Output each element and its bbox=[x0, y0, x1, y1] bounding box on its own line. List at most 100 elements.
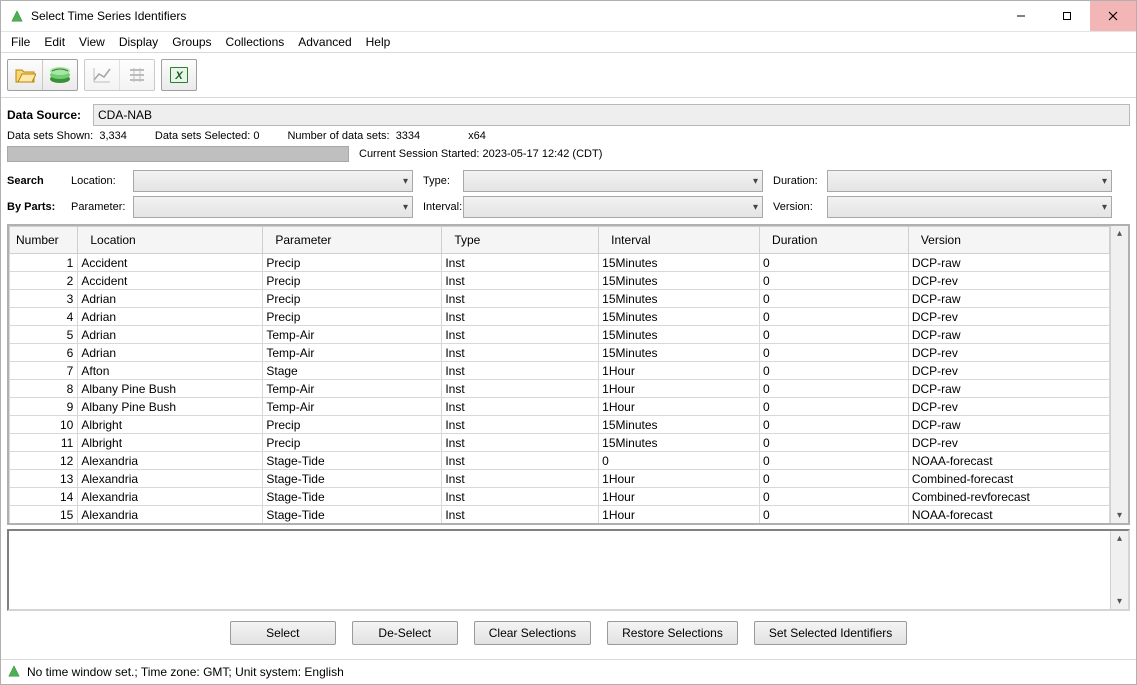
cell-location: Accident bbox=[78, 272, 263, 290]
cell-interval: 15Minutes bbox=[599, 272, 760, 290]
table-row[interactable]: 6AdrianTemp-AirInst15Minutes0DCP-rev bbox=[10, 344, 1110, 362]
menu-groups[interactable]: Groups bbox=[166, 34, 217, 50]
export-excel-button[interactable]: X bbox=[162, 60, 196, 90]
cell-parameter: Precip bbox=[263, 434, 442, 452]
type-combo[interactable] bbox=[463, 170, 763, 192]
export-excel-icon: X bbox=[168, 65, 190, 85]
cell-location: Accident bbox=[78, 254, 263, 272]
location-label: Location: bbox=[71, 175, 133, 187]
type-label: Type: bbox=[413, 175, 463, 187]
maximize-button[interactable] bbox=[1044, 1, 1090, 31]
clear-selections-button[interactable]: Clear Selections bbox=[474, 621, 591, 645]
scroll-up-icon[interactable]: ▴ bbox=[1117, 226, 1122, 241]
table-row[interactable]: 9Albany Pine BushTemp-AirInst1Hour0DCP-r… bbox=[10, 398, 1110, 416]
menu-help[interactable]: Help bbox=[360, 34, 397, 50]
parameter-combo[interactable] bbox=[133, 196, 413, 218]
cell-type: Inst bbox=[442, 434, 599, 452]
table-row[interactable]: 2AccidentPrecipInst15Minutes0DCP-rev bbox=[10, 272, 1110, 290]
table-row[interactable]: 12AlexandriaStage-TideInst00NOAA-forecas… bbox=[10, 452, 1110, 470]
interval-combo[interactable] bbox=[463, 196, 763, 218]
stat-arch: x64 bbox=[468, 130, 486, 142]
cell-type: Inst bbox=[442, 380, 599, 398]
data-table[interactable]: Number Location Parameter Type Interval … bbox=[9, 226, 1110, 523]
table-wrap: Number Location Parameter Type Interval … bbox=[7, 224, 1130, 525]
cell-parameter: Precip bbox=[263, 416, 442, 434]
menu-file[interactable]: File bbox=[5, 34, 36, 50]
selected-panel: ▴ ▾ bbox=[7, 529, 1130, 611]
cell-number: 6 bbox=[10, 344, 78, 362]
chart-button[interactable] bbox=[85, 60, 120, 90]
col-interval[interactable]: Interval bbox=[599, 227, 760, 254]
data-source-field[interactable]: CDA-NAB bbox=[93, 104, 1130, 126]
table-row[interactable]: 15AlexandriaStage-TideInst1Hour0NOAA-for… bbox=[10, 506, 1110, 524]
table-row[interactable]: 13AlexandriaStage-TideInst1Hour0Combined… bbox=[10, 470, 1110, 488]
cell-interval: 15Minutes bbox=[599, 326, 760, 344]
cell-version: DCP-rev bbox=[908, 344, 1109, 362]
selected-scrollbar[interactable]: ▴ ▾ bbox=[1110, 531, 1128, 609]
table-row[interactable]: 5AdrianTemp-AirInst15Minutes0DCP-raw bbox=[10, 326, 1110, 344]
cell-duration: 0 bbox=[760, 326, 909, 344]
cell-location: Afton bbox=[78, 362, 263, 380]
table-scrollbar[interactable]: ▴ ▾ bbox=[1110, 226, 1128, 523]
cell-parameter: Stage-Tide bbox=[263, 488, 442, 506]
cell-number: 2 bbox=[10, 272, 78, 290]
cell-type: Inst bbox=[442, 272, 599, 290]
scroll-down-icon[interactable]: ▾ bbox=[1117, 508, 1122, 523]
cell-interval: 1Hour bbox=[599, 488, 760, 506]
table-row[interactable]: 8Albany Pine BushTemp-AirInst1Hour0DCP-r… bbox=[10, 380, 1110, 398]
cell-type: Inst bbox=[442, 398, 599, 416]
menu-view[interactable]: View bbox=[73, 34, 111, 50]
col-number[interactable]: Number bbox=[10, 227, 78, 254]
table-row[interactable]: 3AdrianPrecipInst15Minutes0DCP-raw bbox=[10, 290, 1110, 308]
table-row[interactable]: 10AlbrightPrecipInst15Minutes0DCP-raw bbox=[10, 416, 1110, 434]
cell-version: DCP-raw bbox=[908, 290, 1109, 308]
cell-parameter: Precip bbox=[263, 308, 442, 326]
version-label: Version: bbox=[763, 201, 827, 213]
restore-selections-button[interactable]: Restore Selections bbox=[607, 621, 738, 645]
close-button[interactable] bbox=[1090, 1, 1136, 31]
col-parameter[interactable]: Parameter bbox=[263, 227, 442, 254]
menu-edit[interactable]: Edit bbox=[38, 34, 71, 50]
toolbar-group-3: X bbox=[161, 59, 197, 91]
cell-location: Alexandria bbox=[78, 452, 263, 470]
col-version[interactable]: Version bbox=[908, 227, 1109, 254]
col-location[interactable]: Location bbox=[78, 227, 263, 254]
select-button[interactable]: Select bbox=[230, 621, 336, 645]
cell-location: Adrian bbox=[78, 326, 263, 344]
cell-number: 11 bbox=[10, 434, 78, 452]
version-combo[interactable] bbox=[827, 196, 1112, 218]
cell-duration: 0 bbox=[760, 290, 909, 308]
table-align-button[interactable] bbox=[120, 60, 154, 90]
scroll-down-icon[interactable]: ▾ bbox=[1117, 594, 1122, 609]
set-selected-identifiers-button[interactable]: Set Selected Identifiers bbox=[754, 621, 907, 645]
minimize-button[interactable] bbox=[998, 1, 1044, 31]
cell-interval: 15Minutes bbox=[599, 254, 760, 272]
table-row[interactable]: 1AccidentPrecipInst15Minutes0DCP-raw bbox=[10, 254, 1110, 272]
table-row[interactable]: 7AftonStageInst1Hour0DCP-rev bbox=[10, 362, 1110, 380]
duration-combo[interactable] bbox=[827, 170, 1112, 192]
menubar: File Edit View Display Groups Collection… bbox=[1, 32, 1136, 53]
toolbar: X bbox=[1, 53, 1136, 98]
deselect-button[interactable]: De-Select bbox=[352, 621, 458, 645]
table-row[interactable]: 4AdrianPrecipInst15Minutes0DCP-rev bbox=[10, 308, 1110, 326]
col-type[interactable]: Type bbox=[442, 227, 599, 254]
menu-display[interactable]: Display bbox=[113, 34, 164, 50]
scroll-up-icon[interactable]: ▴ bbox=[1117, 531, 1122, 546]
cell-duration: 0 bbox=[760, 272, 909, 290]
cell-version: NOAA-forecast bbox=[908, 506, 1109, 524]
cell-duration: 0 bbox=[760, 452, 909, 470]
cell-parameter: Precip bbox=[263, 290, 442, 308]
table-row[interactable]: 14AlexandriaStage-TideInst1Hour0Combined… bbox=[10, 488, 1110, 506]
open-file-button[interactable] bbox=[8, 60, 43, 90]
menu-collections[interactable]: Collections bbox=[220, 34, 291, 50]
map-layers-button[interactable] bbox=[43, 60, 77, 90]
cell-version: DCP-rev bbox=[908, 272, 1109, 290]
cell-interval: 1Hour bbox=[599, 506, 760, 524]
col-duration[interactable]: Duration bbox=[760, 227, 909, 254]
cell-number: 13 bbox=[10, 470, 78, 488]
location-combo[interactable] bbox=[133, 170, 413, 192]
session-row: Current Session Started: 2023-05-17 12:4… bbox=[7, 146, 1130, 162]
menu-advanced[interactable]: Advanced bbox=[292, 34, 357, 50]
table-row[interactable]: 11AlbrightPrecipInst15Minutes0DCP-rev bbox=[10, 434, 1110, 452]
cell-location: Albany Pine Bush bbox=[78, 380, 263, 398]
